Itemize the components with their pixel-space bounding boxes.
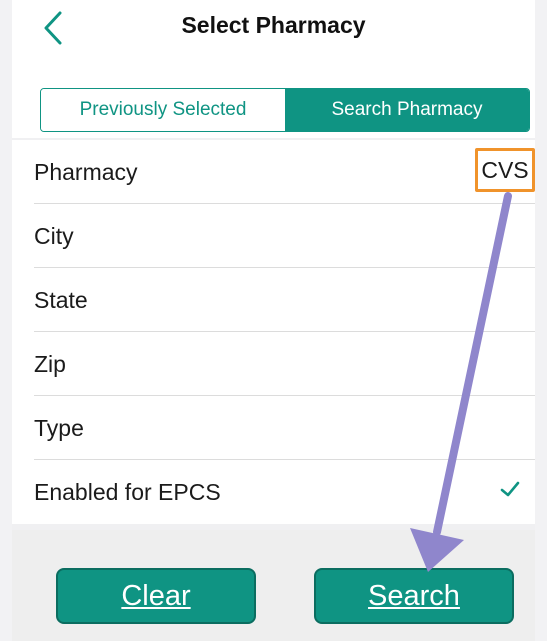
epcs-toggle-row[interactable]: Enabled for EPCS [12,460,535,524]
screen: Select Pharmacy Previously Selected Sear… [12,0,535,641]
pharmacy-value: CVS [481,156,529,183]
segmented-control-area: Previously Selected Search Pharmacy [12,58,535,138]
zip-field[interactable]: Zip [12,332,535,396]
segmented-control: Previously Selected Search Pharmacy [40,88,530,132]
state-label: State [34,286,88,313]
tab-search-pharmacy[interactable]: Search Pharmacy [285,89,529,131]
clear-button[interactable]: Clear [56,568,256,624]
nav-bar: Select Pharmacy [12,0,535,58]
city-label: City [34,222,74,249]
footer: Clear Search [12,530,535,641]
epcs-label: Enabled for EPCS [34,478,221,505]
type-field[interactable]: Type [12,396,535,460]
type-label: Type [34,414,84,441]
pharmacy-label: Pharmacy [34,158,138,185]
tab-previously-selected[interactable]: Previously Selected [41,89,285,131]
checkmark-icon [500,481,520,497]
city-field[interactable]: City [12,204,535,268]
pharmacy-field[interactable]: Pharmacy CVS [12,140,535,204]
search-form: Pharmacy CVS City State Zip Type Enabled… [12,140,535,524]
state-field[interactable]: State [12,268,535,332]
search-button[interactable]: Search [314,568,514,624]
zip-label: Zip [34,350,66,377]
page-title: Select Pharmacy [181,12,366,38]
pharmacy-value-highlight: CVS [475,148,535,192]
